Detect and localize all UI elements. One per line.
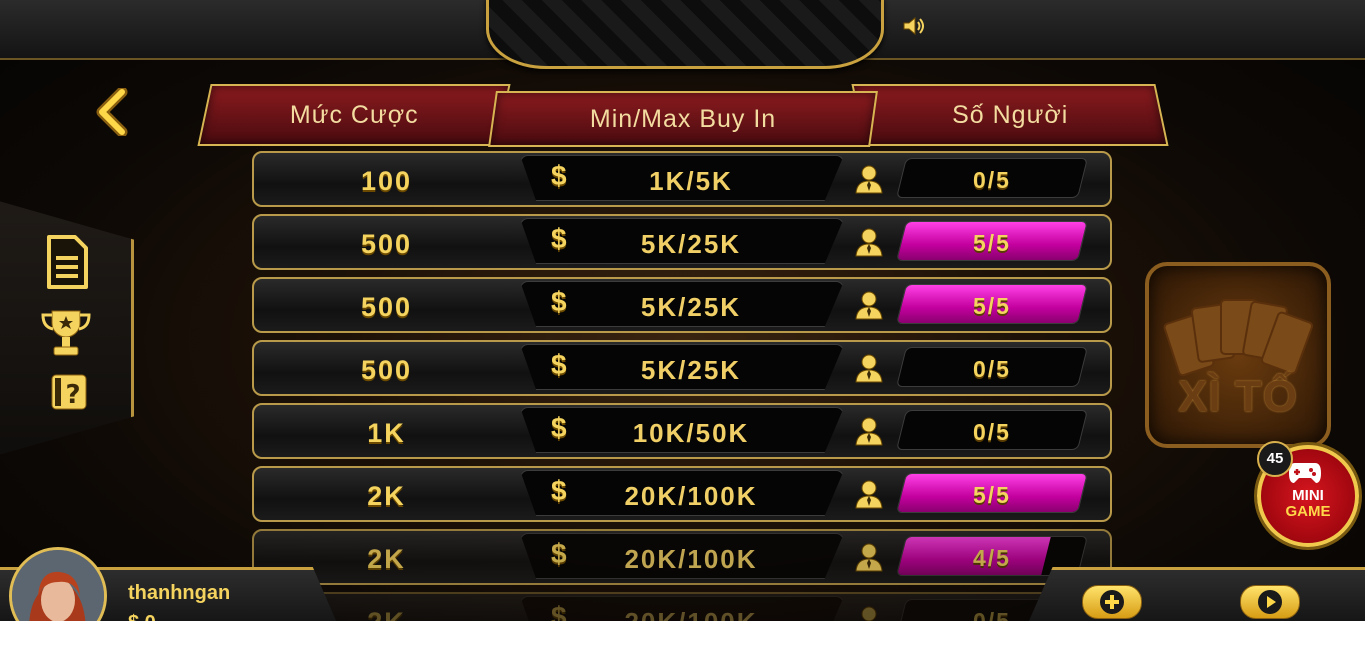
username: thanhngan — [128, 582, 231, 604]
table-row[interactable]: 500 $5K/25K 5/5 — [252, 214, 1112, 270]
dollar-icon: $ — [551, 160, 567, 191]
header-buyin[interactable]: Min/Max Buy In — [488, 91, 878, 147]
table-row[interactable]: 1K $10K/50K 0/5 — [252, 403, 1112, 459]
dollar-icon: $ — [551, 601, 567, 621]
buyin-box: $5K/25K — [520, 344, 844, 390]
game-logo: XÌ TỐ — [1145, 262, 1331, 448]
buyin-range: 1K/5K — [649, 166, 733, 196]
player-count-bar: 0/5 — [896, 158, 1088, 198]
gamepad-icon — [1289, 463, 1321, 483]
person-icon — [855, 291, 883, 320]
mini-game-label-top: MINI — [1292, 487, 1324, 504]
buyin-range: 5K/25K — [640, 355, 742, 385]
bet-amount: 500 — [360, 229, 413, 259]
player-count-bar: 0/5 — [896, 410, 1088, 450]
buyin-box: $10K/50K — [520, 407, 844, 453]
player-count: 5/5 — [973, 293, 1011, 319]
header-buyin-label: Min/Max Buy In — [589, 104, 777, 133]
mini-game-label-bottom: GAME — [1285, 503, 1331, 520]
person-icon — [861, 606, 877, 621]
sound-icon[interactable] — [903, 16, 925, 36]
buyin-range: 5K/25K — [640, 229, 742, 259]
table-row[interactable]: 2K$20K/100K0/5 — [252, 592, 1112, 621]
dollar-icon: $ — [551, 286, 567, 317]
dollar-icon: $ — [551, 223, 567, 254]
bet-amount: 1K — [367, 418, 406, 448]
person-icon — [855, 417, 883, 446]
player-count-bar: 5/5 — [896, 284, 1088, 324]
player-count: 5/5 — [973, 482, 1011, 508]
bet-amount: 500 — [360, 292, 413, 322]
mini-game-badge: 45 — [1257, 441, 1293, 477]
buyin-range: 20K/100K — [624, 544, 758, 574]
play-button[interactable] — [1240, 585, 1300, 619]
player-count: 0/5 — [973, 419, 1011, 445]
help-icon[interactable]: ? — [50, 373, 88, 411]
buyin-box: $5K/25K — [520, 281, 844, 327]
person-icon — [855, 228, 883, 257]
user-balance: $ 0 — [128, 612, 156, 621]
player-count: 0/5 — [973, 167, 1011, 193]
dollar-icon: $ — [551, 538, 567, 569]
person-icon — [855, 543, 883, 572]
player-count-bar: 0/5 — [896, 347, 1088, 387]
action-bar — [1025, 567, 1365, 621]
bet-amount: 500 — [360, 355, 413, 385]
dollar-icon: $ — [551, 475, 567, 506]
player-count: 5/5 — [973, 230, 1011, 256]
table-row[interactable]: 100 $1K/5K 0/5 — [252, 151, 1112, 207]
buyin-box: $20K/100K — [520, 596, 844, 621]
header-players[interactable]: Số Người — [851, 84, 1169, 146]
top-ornament — [486, 0, 884, 69]
person-icon — [855, 480, 883, 509]
header-bet-label: Mức Cược — [289, 100, 419, 129]
header-bet[interactable]: Mức Cược — [197, 84, 511, 146]
buyin-range: 10K/50K — [632, 418, 750, 448]
header-players-label: Số Người — [951, 100, 1069, 129]
dollar-icon: $ — [551, 349, 567, 380]
buyin-box: $5K/25K — [520, 218, 844, 264]
game-lobby: Mức Cược Số Người Min/Max Buy In 100 $1K/… — [0, 0, 1365, 621]
table-list[interactable]: 100 $1K/5K 0/5 500 $5K/25K 5/5 500 $5K/25K 5/5 50… — [252, 151, 1112, 621]
bet-amount: 2K — [367, 481, 406, 511]
player-count-bar: 5/5 — [896, 221, 1088, 261]
table-row[interactable]: 2K $20K/100K 4/5 — [252, 529, 1112, 585]
play-icon — [1258, 590, 1282, 614]
buyin-box: $20K/100K — [520, 533, 844, 579]
add-button[interactable] — [1082, 585, 1142, 619]
person-icon — [855, 165, 883, 194]
player-count-bar: 5/5 — [896, 473, 1088, 513]
table-row[interactable]: 500 $5K/25K 5/5 — [252, 277, 1112, 333]
buyin-range: 5K/25K — [640, 292, 742, 322]
table-row[interactable]: 500 $5K/25K 0/5 — [252, 340, 1112, 396]
buyin-box: $20K/100K — [520, 470, 844, 516]
person-icon — [855, 354, 883, 383]
rules-document-icon[interactable] — [45, 234, 89, 290]
add-icon — [1100, 590, 1124, 614]
back-arrow-icon[interactable] — [94, 88, 130, 136]
buyin-box: $1K/5K — [520, 155, 844, 201]
player-count: 0/5 — [973, 356, 1011, 382]
dollar-icon: $ — [551, 412, 567, 443]
avatar[interactable] — [9, 547, 107, 621]
buyin-range: 20K/100K — [624, 481, 758, 511]
bet-amount: 100 — [360, 166, 413, 196]
avatar-image — [12, 550, 104, 621]
trophy-icon[interactable] — [40, 307, 92, 359]
table-row[interactable]: 2K $20K/100K 5/5 — [252, 466, 1112, 522]
buyin-range: 20K/100K — [591, 597, 791, 621]
game-logo-title: XÌ TỐ — [1178, 372, 1298, 421]
svg-text:?: ? — [65, 380, 80, 410]
